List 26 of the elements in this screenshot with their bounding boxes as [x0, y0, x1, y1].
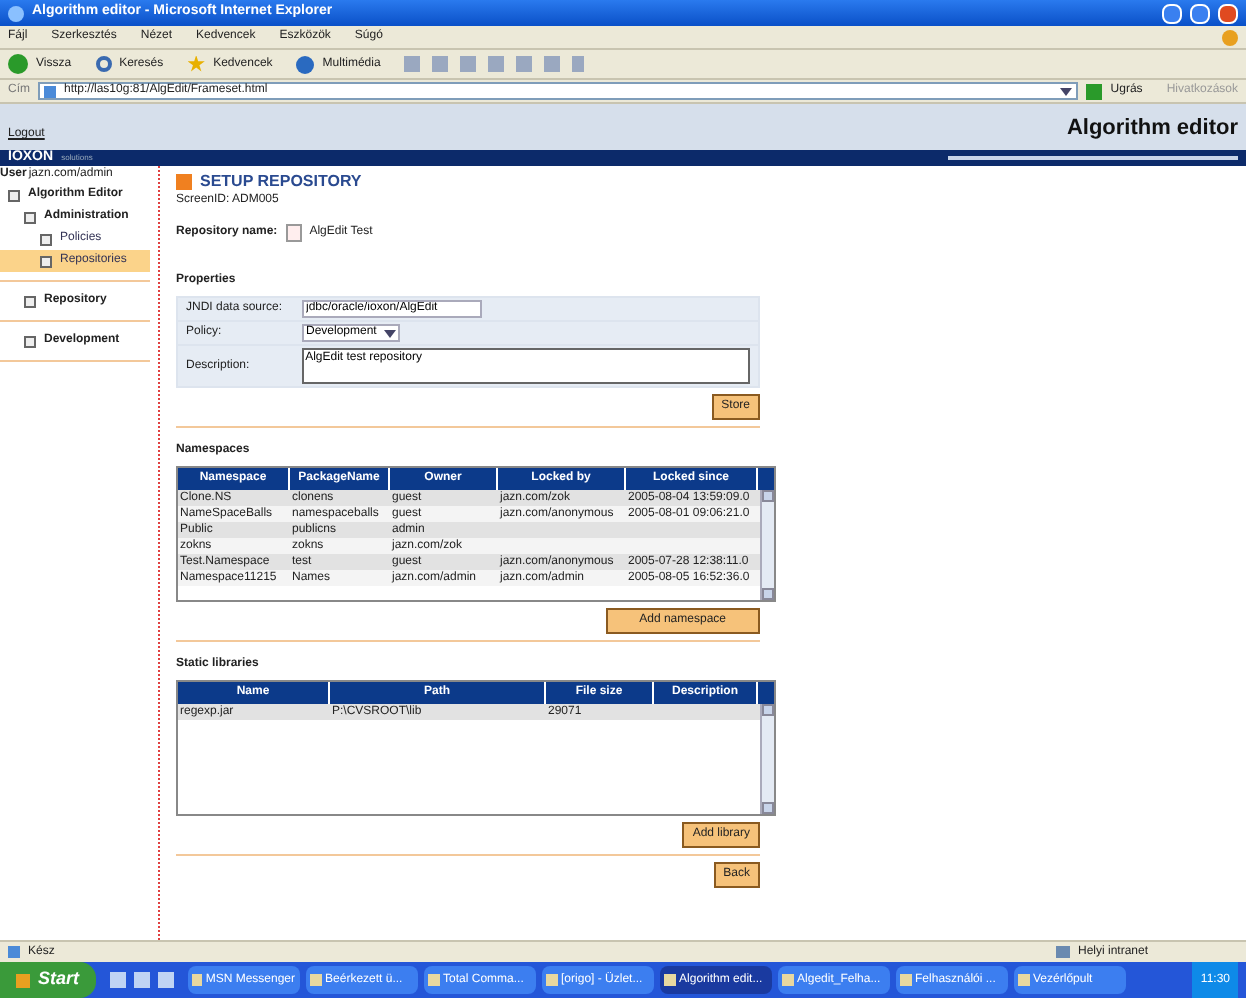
window-icon: [427, 974, 440, 986]
tree-toggle-icon[interactable]: [24, 335, 36, 347]
page-title: SETUP REPOSITORY: [200, 170, 362, 193]
broken-image-icon: [285, 224, 302, 242]
window-icon: [899, 974, 912, 986]
dropdown-arrow-icon: [384, 329, 397, 337]
tree-toggle-icon[interactable]: [24, 295, 36, 307]
window-icon: [663, 974, 676, 986]
maximize-button[interactable]: [1190, 3, 1210, 23]
window-icon: [781, 974, 794, 986]
minimize-button[interactable]: [1162, 3, 1182, 23]
close-button[interactable]: [1218, 3, 1238, 23]
browser-icon: [8, 5, 24, 21]
globe-icon: [296, 55, 315, 73]
dropdown-arrow-icon[interactable]: [1060, 87, 1073, 95]
window-icon: [1017, 974, 1030, 986]
heading-square-icon: [176, 174, 192, 190]
page-icon: [44, 85, 56, 97]
window-icon: [545, 974, 558, 986]
app-title: Algorithm editor: [1066, 113, 1238, 143]
start-button[interactable]: Start: [0, 962, 96, 998]
window-icon: [191, 974, 202, 986]
window-icon: [309, 974, 322, 986]
search-icon: [95, 56, 112, 72]
intranet-icon: [1056, 946, 1070, 958]
page-icon: [8, 946, 20, 958]
